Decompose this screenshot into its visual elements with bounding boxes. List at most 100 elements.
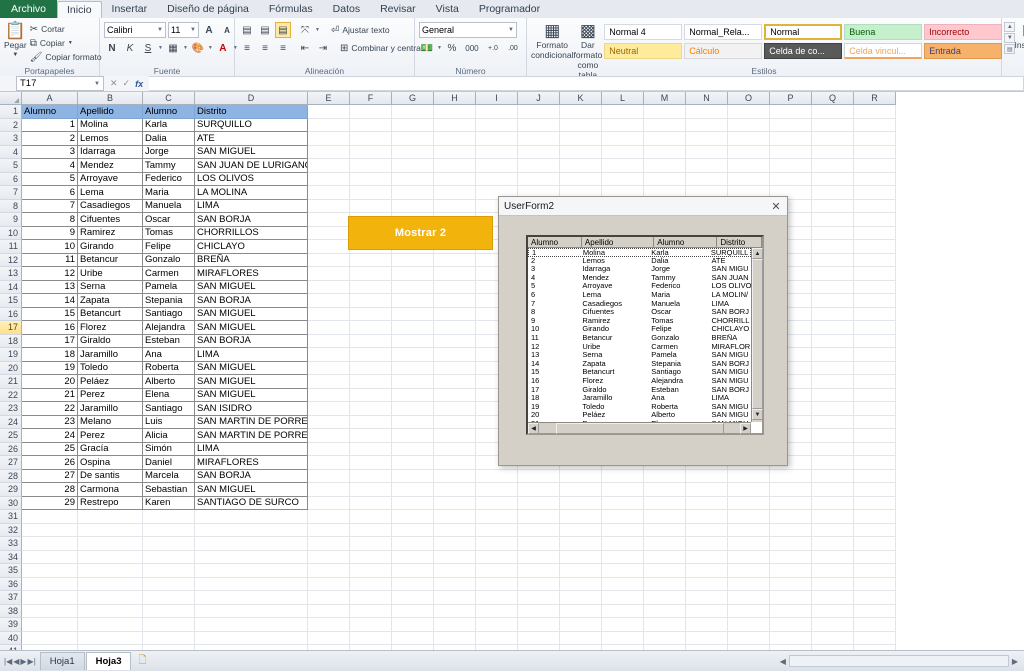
cell-E15[interactable] [308, 294, 350, 308]
cell-F35[interactable] [350, 564, 392, 578]
row-header-32[interactable]: 32 [0, 523, 22, 537]
cell-O40[interactable] [728, 631, 770, 645]
cell-M1[interactable] [644, 105, 686, 119]
listbox-horizontal-scrollbar[interactable]: ◀ ▶ [528, 422, 751, 434]
row-header-18[interactable]: 18 [0, 334, 22, 348]
cell-C15[interactable]: Stepania [143, 294, 195, 308]
col-header-A[interactable]: A [22, 92, 78, 105]
cell-D4[interactable]: SAN MIGUEL [195, 145, 308, 159]
cell-C9[interactable]: Oscar [143, 213, 195, 227]
thousands-button[interactable]: 000 [462, 40, 482, 56]
scroll-up-icon[interactable]: ▲ [752, 248, 763, 259]
cell-J39[interactable] [518, 618, 560, 632]
cell-H2[interactable] [434, 118, 476, 132]
cell-E13[interactable] [308, 267, 350, 281]
cell-Q3[interactable] [812, 132, 854, 146]
cell-A17[interactable]: 16 [22, 321, 78, 335]
tab-inicio[interactable]: Inicio [57, 1, 102, 19]
cell-Q11[interactable] [812, 240, 854, 254]
cell-B25[interactable]: Perez [78, 429, 143, 443]
cell-H35[interactable] [434, 564, 476, 578]
cell-B37[interactable] [78, 591, 143, 605]
cell-B22[interactable]: Perez [78, 388, 143, 402]
cell-H8[interactable] [434, 199, 476, 213]
cell-C11[interactable]: Felipe [143, 240, 195, 254]
cell-H39[interactable] [434, 618, 476, 632]
cell-O36[interactable] [728, 577, 770, 591]
cell-J29[interactable] [518, 483, 560, 497]
cell-K4[interactable] [560, 145, 602, 159]
cell-H29[interactable] [434, 483, 476, 497]
decrease-indent-button[interactable]: ⇤ [297, 40, 313, 56]
conditional-format-button[interactable]: ▦ Formato condicional [531, 22, 574, 61]
cell-G19[interactable] [392, 348, 434, 362]
cell-F24[interactable] [350, 415, 392, 429]
chevron-down-icon[interactable]: ▼ [183, 45, 188, 51]
cell-F31[interactable] [350, 510, 392, 524]
cell-H6[interactable] [434, 172, 476, 186]
style-calculo[interactable]: Cálculo [684, 43, 763, 59]
cell-E6[interactable] [308, 172, 350, 186]
cell-A27[interactable]: 26 [22, 456, 78, 470]
cell-G30[interactable] [392, 496, 434, 510]
fill-color-button[interactable]: 🎨 [190, 40, 206, 56]
cell-C33[interactable] [143, 537, 195, 551]
row-header-38[interactable]: 38 [0, 604, 22, 618]
row-header-37[interactable]: 37 [0, 591, 22, 605]
cell-O31[interactable] [728, 510, 770, 524]
cell-A14[interactable]: 13 [22, 280, 78, 294]
cell-D36[interactable] [195, 577, 308, 591]
row-header-39[interactable]: 39 [0, 618, 22, 632]
col-header-Q[interactable]: Q [812, 92, 854, 105]
cell-G1[interactable] [392, 105, 434, 119]
cell-J36[interactable] [518, 577, 560, 591]
underline-button[interactable]: S [140, 40, 156, 56]
cell-O38[interactable] [728, 604, 770, 618]
cell-Q5[interactable] [812, 159, 854, 173]
cell-R1[interactable] [854, 105, 896, 119]
cell-P37[interactable] [770, 591, 812, 605]
listbox-col-distrito[interactable]: Distrito [717, 237, 762, 247]
cell-B38[interactable] [78, 604, 143, 618]
cell-B40[interactable] [78, 631, 143, 645]
cell-N6[interactable] [686, 172, 728, 186]
cell-I37[interactable] [476, 591, 518, 605]
cell-C10[interactable]: Tomas [143, 226, 195, 240]
cell-N35[interactable] [686, 564, 728, 578]
row-header-6[interactable]: 6 [0, 172, 22, 186]
cell-L1[interactable] [602, 105, 644, 119]
cell-Q25[interactable] [812, 429, 854, 443]
orientation-button[interactable]: ⤧ [297, 22, 313, 38]
cell-Q2[interactable] [812, 118, 854, 132]
cell-F33[interactable] [350, 537, 392, 551]
chevron-down-icon[interactable]: ▼ [315, 27, 320, 33]
format-painter-button[interactable]: 🖌 Copiar formato [27, 51, 105, 64]
cell-G3[interactable] [392, 132, 434, 146]
cell-E20[interactable] [308, 361, 350, 375]
cell-H34[interactable] [434, 550, 476, 564]
cell-H24[interactable] [434, 415, 476, 429]
cell-G29[interactable] [392, 483, 434, 497]
cell-C16[interactable]: Santiago [143, 307, 195, 321]
cell-Q33[interactable] [812, 537, 854, 551]
cell-E11[interactable] [308, 240, 350, 254]
cell-R26[interactable] [854, 442, 896, 456]
row-header-22[interactable]: 22 [0, 388, 22, 402]
cell-Q14[interactable] [812, 280, 854, 294]
row-header-35[interactable]: 35 [0, 564, 22, 578]
cell-H5[interactable] [434, 159, 476, 173]
cell-Q17[interactable] [812, 321, 854, 335]
cell-F20[interactable] [350, 361, 392, 375]
cell-O1[interactable] [728, 105, 770, 119]
cell-C7[interactable]: Maria [143, 186, 195, 200]
cell-H1[interactable] [434, 105, 476, 119]
style-normal-4[interactable]: Normal 4 [604, 24, 683, 40]
cell-A21[interactable]: 20 [22, 375, 78, 389]
cell-F13[interactable] [350, 267, 392, 281]
row-header-16[interactable]: 16 [0, 307, 22, 321]
cell-P5[interactable] [770, 159, 812, 173]
cell-B32[interactable] [78, 523, 143, 537]
cell-P38[interactable] [770, 604, 812, 618]
cell-Q4[interactable] [812, 145, 854, 159]
currency-button[interactable]: 💵 [419, 40, 435, 56]
